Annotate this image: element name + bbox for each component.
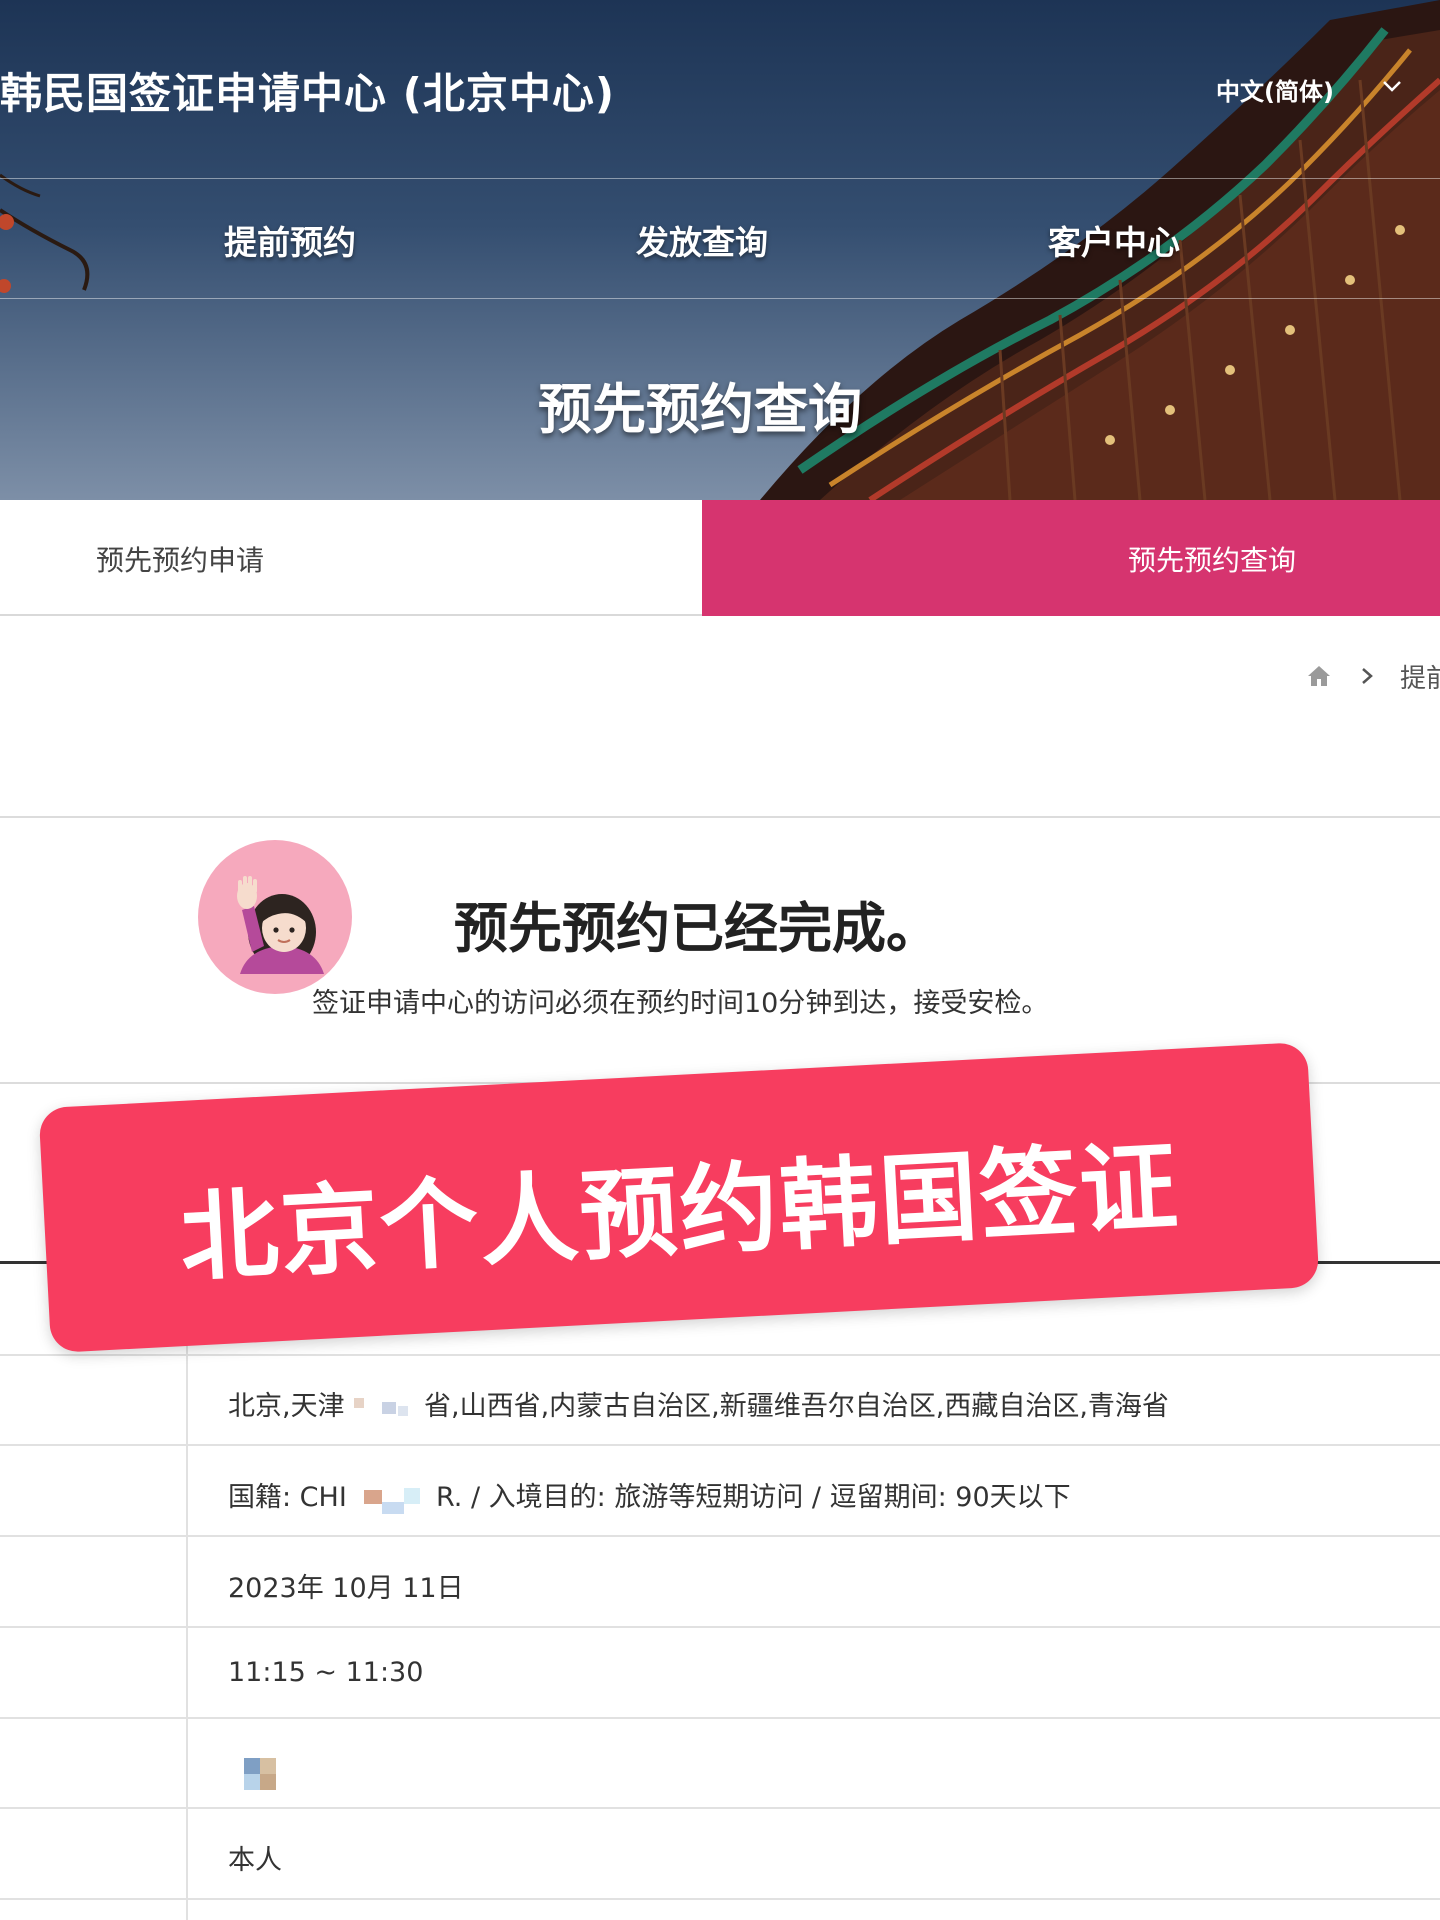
table-row-divider: [0, 1626, 1440, 1628]
hero-heading: 预先预约查询: [538, 378, 862, 441]
table-row-divider: [0, 1898, 1440, 1900]
home-icon[interactable]: [1306, 664, 1332, 688]
nav-top-divider: [0, 178, 1440, 179]
completion-note: 签证申请中心的访问必须在预约时间10分钟到达，接受安检。: [312, 988, 1049, 1019]
tab-query-label: 预先预约查询: [1128, 544, 1297, 577]
tab-query[interactable]: 预先预约查询: [702, 500, 1440, 616]
nav-customer-center[interactable]: 客户中心: [1014, 216, 1214, 264]
table-row-divider: [0, 1807, 1440, 1809]
table-row-divider: [0, 1444, 1440, 1446]
nav-bottom-divider: [0, 298, 1440, 299]
avatar: [198, 840, 352, 994]
chevron-down-icon[interactable]: [1381, 78, 1403, 94]
nav-issuance-query[interactable]: 发放查询: [602, 216, 802, 264]
table-row-divider: [0, 1717, 1440, 1719]
hero-banner: 韩民国签证申请中心 (北京中心) 中文(简体) 提前预约 发放查询 客户中心 预…: [0, 0, 1440, 500]
time-value: 11:15 ~ 11:30: [228, 1657, 424, 1688]
redaction-mosaic: [354, 1398, 408, 1416]
promo-banner: 北京个人预约韩国签证: [38, 1041, 1320, 1354]
redaction-mosaic: [244, 1758, 276, 1790]
site-title: 韩民国签证申请中心 (北京中心): [0, 69, 616, 118]
category-value-start: 国籍: CHI: [228, 1482, 347, 1513]
region-value-end: 省,山西省,内蒙古自治区,新疆维吾尔自治区,西藏自治区,青海省: [424, 1391, 1169, 1422]
completion-title: 预先预约已经完成。: [454, 897, 940, 960]
table-column-divider: [186, 1264, 188, 1920]
breadcrumb-current[interactable]: 提前: [1400, 658, 1440, 695]
chevron-right-icon: [1362, 668, 1373, 684]
region-value-start: 北京,天津: [228, 1391, 345, 1422]
tab-apply[interactable]: 预先预约申请: [0, 500, 702, 616]
raising-hand-woman-icon: [237, 876, 324, 974]
table-row-divider: [0, 1354, 1440, 1356]
language-selector[interactable]: 中文(简体): [1216, 72, 1334, 107]
table-row-divider: [0, 1535, 1440, 1537]
tab-apply-label: 预先预约申请: [96, 544, 265, 577]
nav-advance-booking[interactable]: 提前预约: [190, 216, 390, 264]
redaction-mosaic: [364, 1488, 420, 1514]
promo-banner-text: 北京个人预约韩国签证: [177, 1129, 1183, 1297]
section-top-divider: [0, 816, 1440, 818]
applicant-value: 本人: [228, 1845, 282, 1876]
date-value: 2023年 10月 11日: [228, 1573, 464, 1604]
category-value-end: R. / 入境目的: 旅游等短期访问 / 逗留期间: 90天以下: [436, 1482, 1071, 1513]
